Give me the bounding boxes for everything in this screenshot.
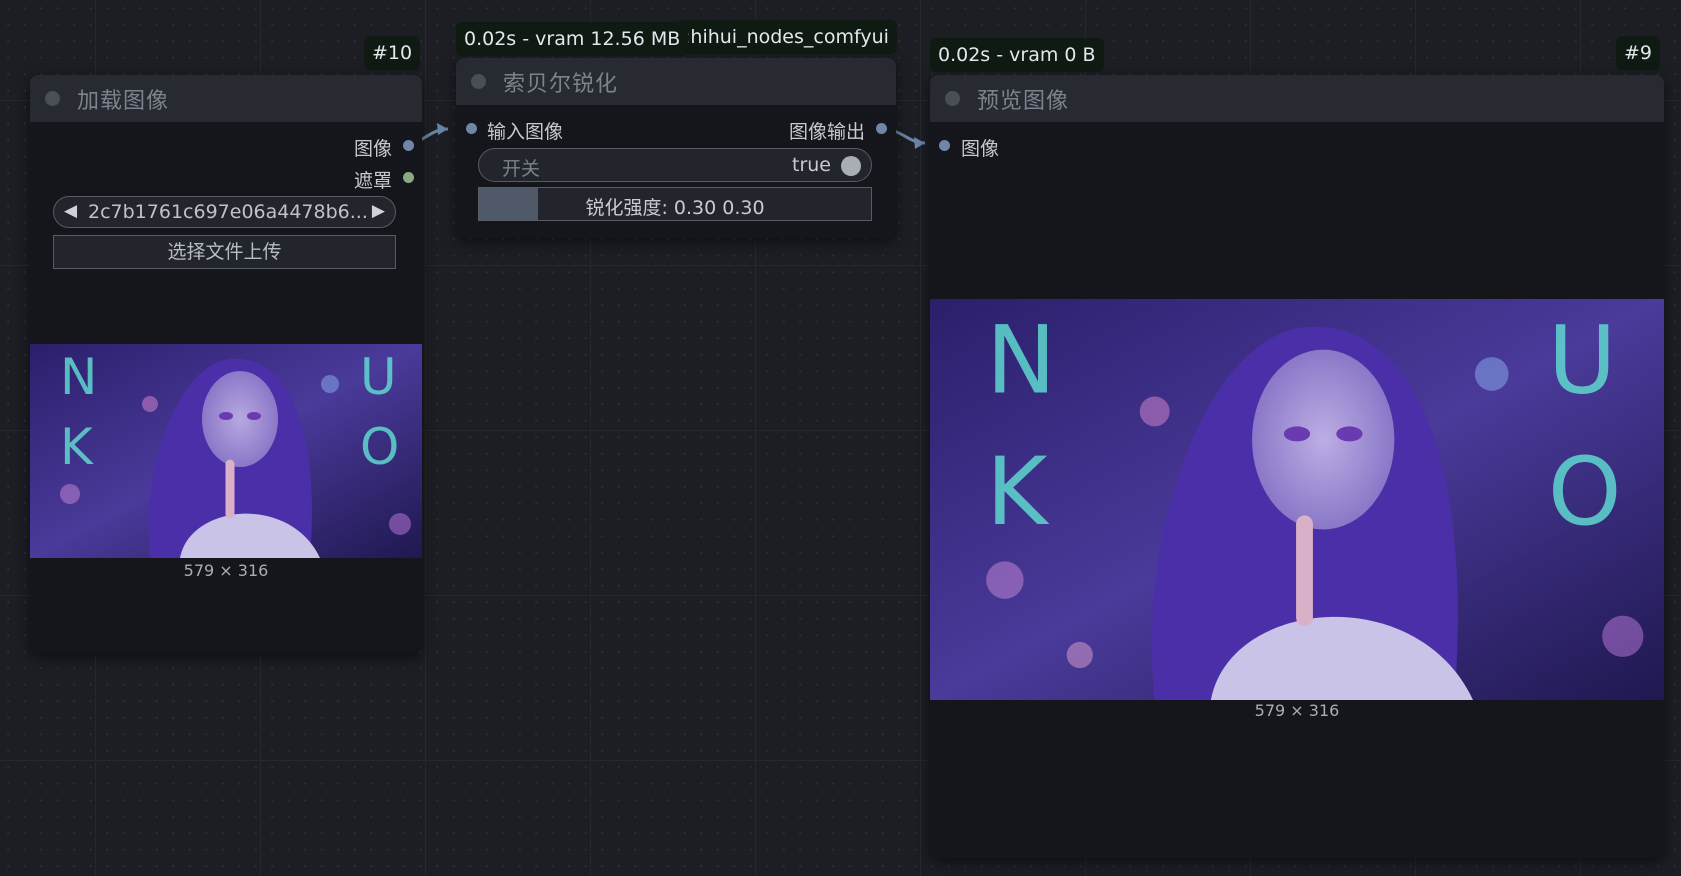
- collapse-dot-icon[interactable]: [45, 91, 60, 106]
- image-size-caption: 579 × 316: [1254, 701, 1340, 720]
- input-label: 图像: [961, 138, 1000, 160]
- node-title: 加载图像: [77, 88, 170, 114]
- toggle-knob[interactable]: [841, 156, 861, 176]
- anime-girl-neon-city-image: N K U O: [930, 299, 1664, 700]
- execution-time-badge: 0.02s - vram 0 B: [930, 38, 1104, 72]
- svg-text:K: K: [60, 418, 94, 476]
- input-label: 输入图像: [487, 121, 564, 143]
- node-header[interactable]: 加载图像: [30, 75, 422, 122]
- node-id-badge: #10: [364, 36, 421, 70]
- sharpen-strength-slider[interactable]: 锐化强度: 0.30 0.30: [478, 187, 872, 221]
- toggle-label: 开关: [502, 158, 541, 180]
- output-slot-image[interactable]: [876, 123, 887, 134]
- output-label-mask: 遮罩: [353, 170, 392, 192]
- image-thumbnail: N K U O: [30, 344, 422, 558]
- output-label: 图像输出: [788, 121, 865, 143]
- node-header[interactable]: 索贝尔锐化: [456, 58, 896, 105]
- combo-prev-arrow-icon[interactable]: ◀: [64, 201, 77, 221]
- svg-text:U: U: [1548, 307, 1617, 416]
- image-file-combo[interactable]: ◀ 2c7b1761c697e06a4478b6... ▶: [53, 196, 396, 228]
- svg-text:O: O: [360, 418, 399, 476]
- input-slot-image[interactable]: [939, 140, 950, 151]
- execution-time-badge: 0.02s - vram 12.56 MB: [456, 22, 689, 56]
- output-label-image: 图像: [353, 138, 392, 160]
- collapse-dot-icon[interactable]: [945, 91, 960, 106]
- output-slot-mask[interactable]: [403, 172, 414, 183]
- anime-girl-neon-city-image: N K U O: [30, 344, 422, 558]
- svg-text:O: O: [1548, 438, 1622, 547]
- node-id-badge: #9: [1616, 36, 1661, 70]
- wire-arrow-icon: [914, 137, 925, 149]
- wire-arrow-icon: [437, 123, 448, 135]
- load-image-node[interactable]: 加载图像 图像 遮罩 ◀ 2c7b1761c697e06a4478b6... ▶…: [30, 75, 422, 653]
- output-slot-image[interactable]: [403, 140, 414, 151]
- svg-text:K: K: [986, 438, 1050, 547]
- svg-text:N: N: [986, 307, 1056, 416]
- upload-file-button[interactable]: 选择文件上传: [53, 235, 396, 269]
- node-source-badge: :hihui_nodes_comfyui: [676, 20, 897, 54]
- sobel-sharpen-node[interactable]: 索贝尔锐化 输入图像 图像输出 开关 true 锐化强度: 0.30 0.30: [456, 58, 896, 238]
- preview-image: N K U O: [930, 299, 1664, 700]
- image-size-caption: 579 × 316: [183, 561, 269, 580]
- node-title: 索贝尔锐化: [503, 71, 619, 97]
- node-title: 预览图像: [977, 88, 1070, 114]
- collapse-dot-icon[interactable]: [471, 74, 486, 89]
- graph-canvas[interactable]: #10 加载图像 图像 遮罩 ◀ 2c7b1761c697e06a4478b6.…: [0, 0, 1681, 876]
- enable-toggle[interactable]: 开关 true: [478, 148, 872, 182]
- svg-text:U: U: [360, 348, 397, 406]
- preview-image-node[interactable]: 预览图像 图像 N K U O 579 × 316: [930, 75, 1664, 858]
- slider-text: 锐化强度: 0.30 0.30: [585, 197, 765, 219]
- svg-text:N: N: [60, 348, 97, 406]
- combo-next-arrow-icon[interactable]: ▶: [372, 201, 385, 221]
- input-slot-image[interactable]: [466, 123, 477, 134]
- toggle-value: true: [792, 154, 831, 176]
- node-header[interactable]: 预览图像: [930, 75, 1664, 122]
- combo-value: 2c7b1761c697e06a4478b6...: [88, 201, 368, 223]
